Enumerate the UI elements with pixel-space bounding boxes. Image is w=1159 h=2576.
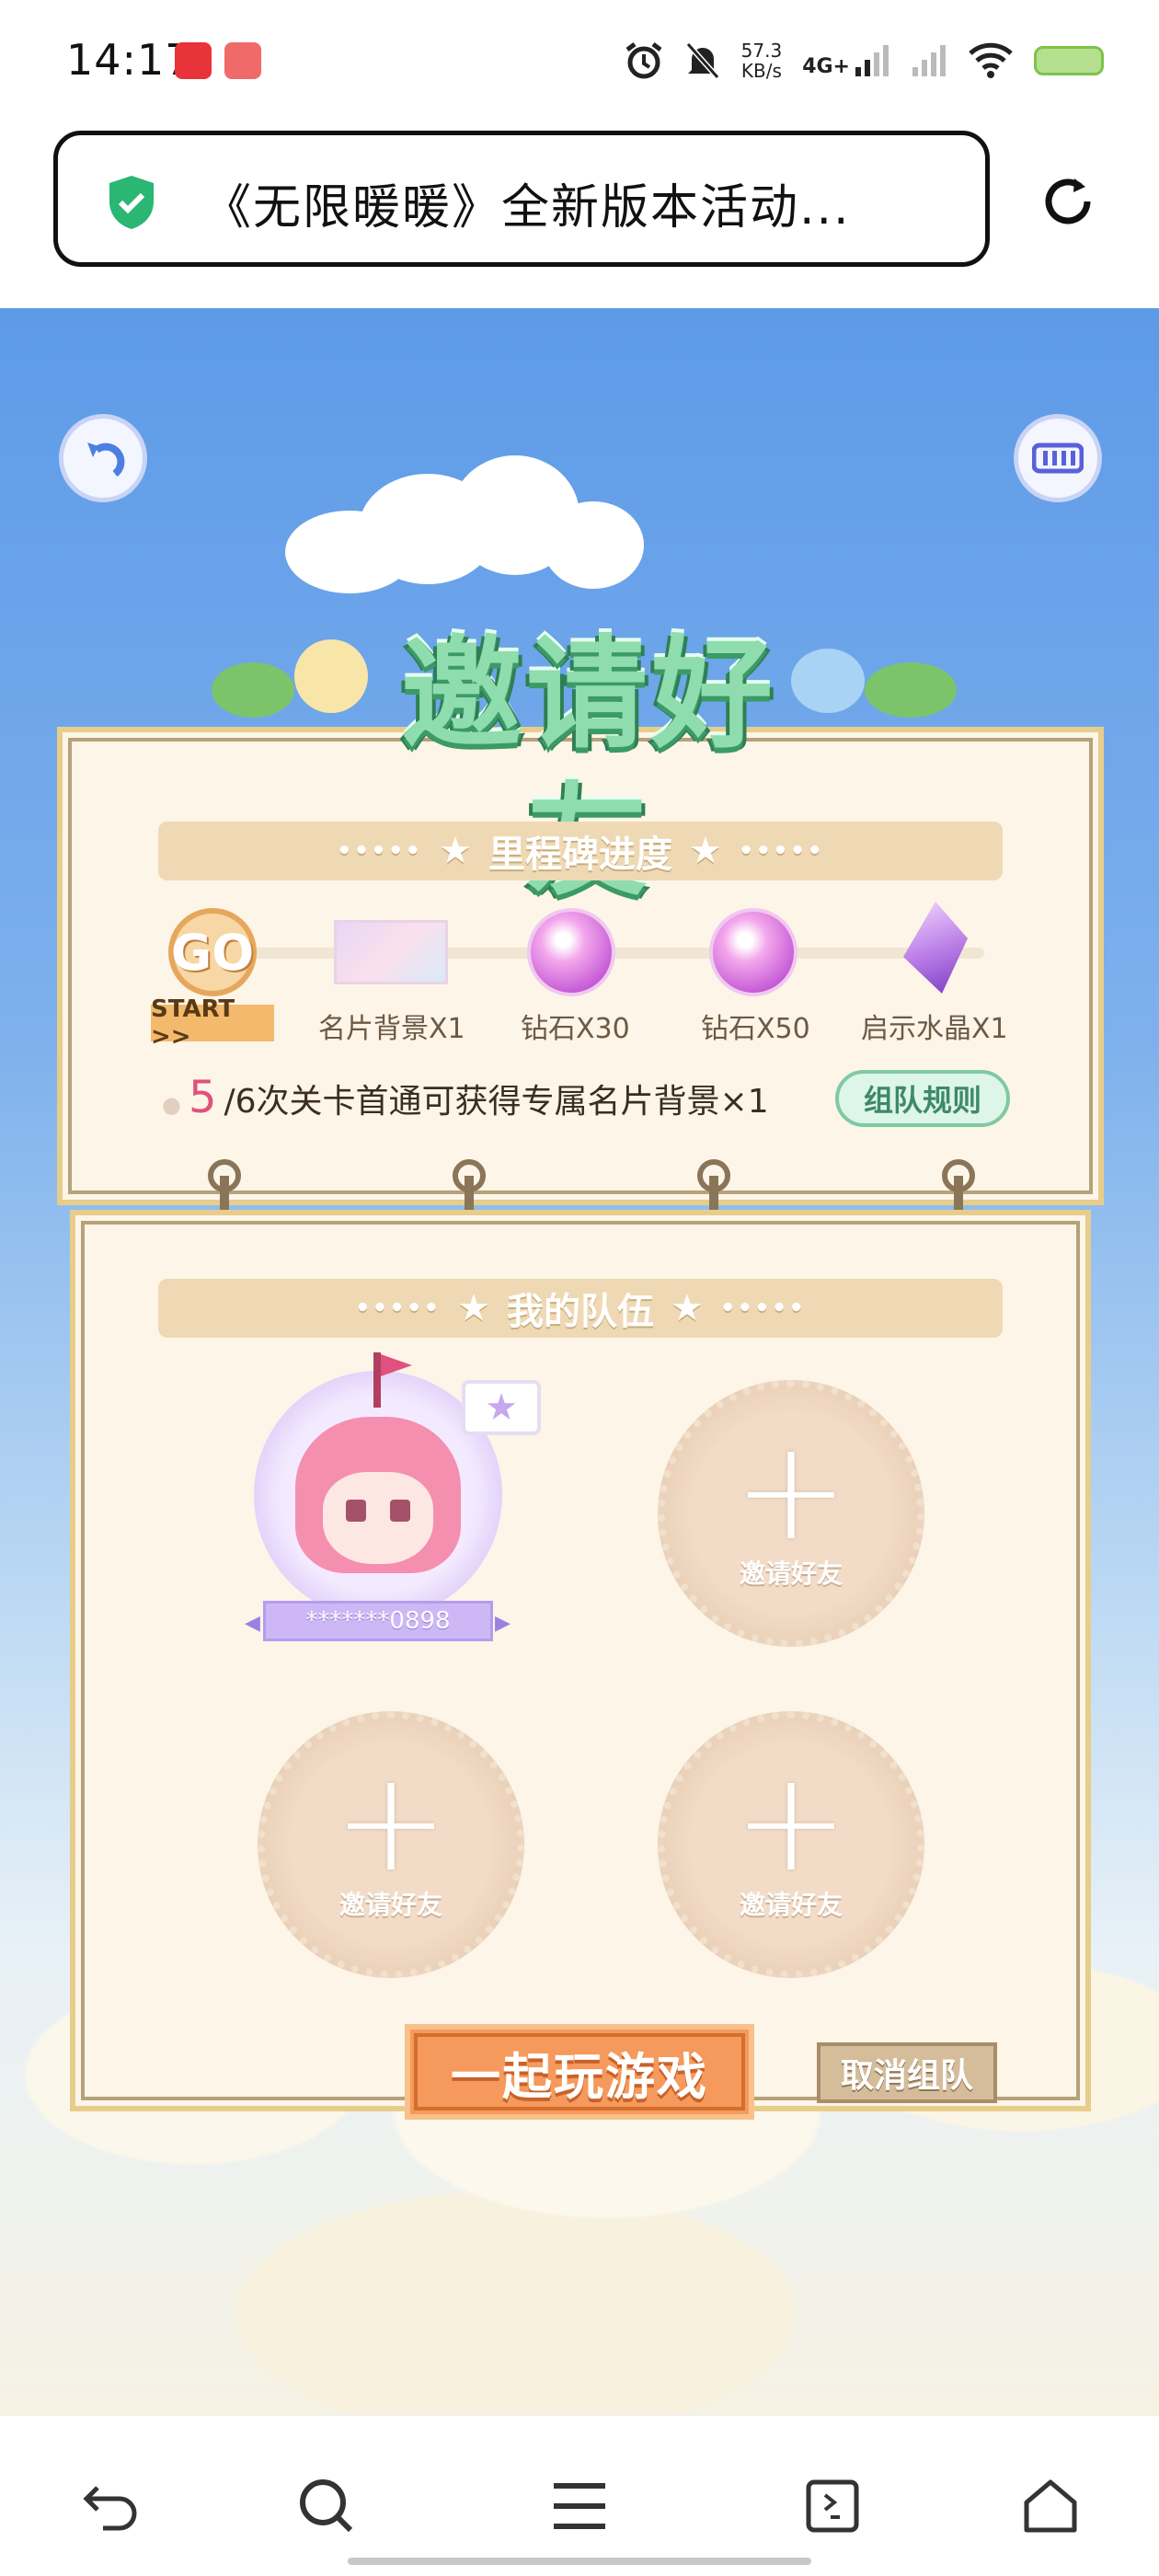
- star-icon: ★: [457, 1287, 490, 1329]
- signal-strength-icon: 4G+: [802, 45, 890, 78]
- ribbon-dots: •••••: [719, 1294, 806, 1322]
- milestone-heading-text: 里程碑进度: [488, 834, 672, 876]
- speed-unit: KB/s: [740, 60, 782, 82]
- invite-friend-label: 邀请好友: [739, 1558, 843, 1589]
- start-label: START >>: [151, 995, 274, 1051]
- milestone-reward-2[interactable]: [511, 906, 631, 998]
- avatar-face: [323, 1472, 433, 1564]
- leaf-decoration-right: [865, 662, 957, 718]
- activity-page: 邀请好友 ••••• ★ 里程碑进度 ★ ••••• GO START >> 名…: [0, 308, 1159, 2415]
- speed-value: 57.3: [740, 40, 783, 62]
- star-icon: ★: [439, 830, 472, 872]
- milestone-reward-1[interactable]: [331, 906, 451, 998]
- arrow-right-icon: ▶: [495, 1612, 511, 1635]
- team-member-captain[interactable]: ★ ◀ *******0898 ▶: [245, 1352, 541, 1656]
- avatar-eye: [346, 1500, 366, 1522]
- invite-friend-label: 邀请好友: [739, 1890, 843, 1920]
- network-type: 4G+: [802, 55, 850, 78]
- team-panel: [70, 1210, 1091, 2111]
- search-icon: [300, 2479, 353, 2533]
- invite-friend-slot-2[interactable]: + 邀请好友: [258, 1711, 524, 1978]
- nav-back-button[interactable]: [74, 2469, 147, 2543]
- card-background-icon: [334, 920, 448, 984]
- status-indicators: 57.3 KB/s 4G+: [624, 33, 1104, 88]
- leaf-decoration-left: [212, 662, 294, 718]
- captain-flag-icon: [373, 1352, 381, 1408]
- nav-tabs-button[interactable]: [796, 2469, 869, 2543]
- alarm-icon: [625, 42, 662, 79]
- back-icon: [83, 2486, 137, 2531]
- sound-bars-icon: [1032, 443, 1084, 474]
- back-arrow-icon: [87, 443, 125, 477]
- home-icon: [1024, 2479, 1077, 2533]
- plus-icon: +: [333, 1742, 449, 1903]
- nav-search-button[interactable]: [290, 2469, 363, 2543]
- bullet-dot: ●: [162, 1092, 181, 1118]
- shield-check-icon: [109, 176, 154, 229]
- milestone-label-3: 钻石X50: [701, 1013, 810, 1045]
- go-badge: GO: [168, 908, 257, 996]
- member-name: *******0898: [263, 1601, 493, 1641]
- status-time: 14:17: [66, 35, 193, 85]
- team-heading-text: 我的队伍: [507, 1291, 654, 1333]
- ribbon-dots: •••••: [337, 837, 423, 865]
- diamond-icon: [527, 908, 615, 996]
- milestone-start: GO: [153, 906, 272, 998]
- app-notification-icon: [224, 42, 261, 79]
- invite-friend-slot-3[interactable]: + 邀请好友: [658, 1711, 924, 1978]
- play-together-button[interactable]: 一起玩游戏: [405, 2024, 754, 2120]
- menu-icon: [554, 2483, 605, 2529]
- title-cloud: [285, 455, 653, 593]
- status-bar: 14:17 57.3 KB/s 4G+: [0, 0, 1159, 120]
- team-heading: ••••• ★ 我的队伍 ★ •••••: [158, 1279, 1003, 1338]
- music-button[interactable]: [1014, 414, 1102, 502]
- page-title[interactable]: 《无限暖暖》全新版本活动...: [203, 168, 851, 237]
- address-bar[interactable]: 《无限暖暖》全新版本活动...: [53, 131, 990, 267]
- star-bubble-icon: ★: [462, 1380, 541, 1435]
- network-speed: 57.3 KB/s: [741, 40, 783, 81]
- ribbon-dots: •••••: [738, 837, 824, 865]
- plus-icon: +: [733, 1742, 849, 1903]
- progress-text: ● 5 /6次关卡首通可获得专属名片背景×1: [162, 1072, 769, 1123]
- battery-icon: [1034, 46, 1104, 75]
- progress-description: /6次关卡首通可获得专属名片背景×1: [224, 1083, 769, 1121]
- cancel-team-button[interactable]: 取消组队: [817, 2042, 997, 2103]
- arrow-left-icon: ◀: [245, 1612, 260, 1635]
- flower-decoration-left: [294, 639, 368, 713]
- milestone-heading: ••••• ★ 里程碑进度 ★ •••••: [158, 822, 1003, 880]
- star-icon: ★: [671, 1287, 704, 1329]
- plus-icon: +: [733, 1411, 849, 1571]
- browser-bottom-nav: [0, 2415, 1159, 2576]
- milestone-label-4: 启示水晶X1: [861, 1013, 1008, 1045]
- ribbon-dots: •••••: [355, 1294, 442, 1322]
- tabs-icon: [806, 2479, 859, 2533]
- wifi-icon: [969, 42, 1013, 78]
- nav-menu-button[interactable]: [543, 2469, 616, 2543]
- milestone-reward-3[interactable]: [694, 906, 813, 998]
- milestone-reward-4[interactable]: [876, 902, 995, 994]
- milestone-label-1: 名片背景X1: [318, 1013, 465, 1045]
- invite-friend-label: 邀请好友: [339, 1890, 442, 1920]
- team-rules-button[interactable]: 组队规则: [835, 1070, 1010, 1127]
- crystal-icon: [903, 902, 968, 994]
- mute-bell-icon: [685, 42, 719, 79]
- invite-friend-slot-1[interactable]: + 邀请好友: [658, 1380, 924, 1647]
- netease-music-icon: [175, 42, 212, 79]
- signal-sim2-icon: [912, 45, 946, 76]
- back-button[interactable]: [59, 414, 147, 502]
- home-indicator[interactable]: [348, 2558, 811, 2565]
- milestone-label-2: 钻石X30: [521, 1013, 630, 1045]
- avatar-eye: [390, 1500, 410, 1522]
- star-icon: ★: [689, 830, 722, 872]
- page-heading: 邀请好友: [401, 624, 776, 913]
- progress-current: 5: [188, 1072, 217, 1123]
- diamond-icon: [709, 908, 798, 996]
- nav-home-button[interactable]: [1014, 2469, 1087, 2543]
- reload-icon[interactable]: [1038, 171, 1098, 232]
